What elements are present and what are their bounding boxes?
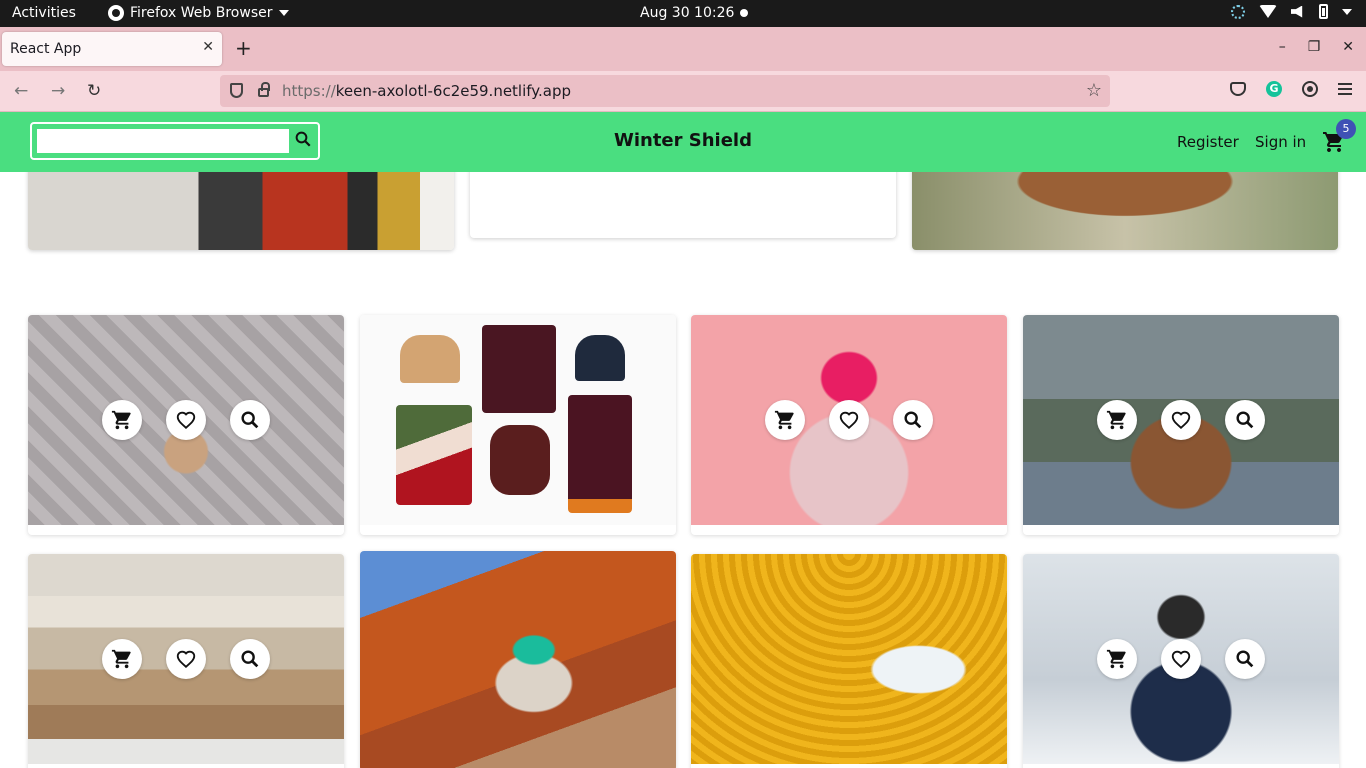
product-actions bbox=[765, 400, 933, 440]
product-card[interactable] bbox=[28, 554, 344, 768]
wifi-icon bbox=[1259, 5, 1277, 18]
app-menu[interactable]: Firefox Web Browser bbox=[108, 5, 289, 21]
sign-in-link[interactable]: Sign in bbox=[1255, 133, 1306, 151]
search-icon bbox=[904, 411, 922, 429]
product-actions bbox=[102, 400, 270, 440]
product-image[interactable] bbox=[360, 315, 676, 525]
search-icon[interactable] bbox=[294, 130, 312, 148]
system-tray[interactable] bbox=[1231, 4, 1352, 19]
search-box bbox=[30, 122, 320, 160]
forward-icon[interactable]: → bbox=[51, 81, 65, 101]
quick-view-button[interactable] bbox=[893, 400, 933, 440]
search-input[interactable] bbox=[37, 129, 289, 153]
product-image[interactable] bbox=[360, 551, 676, 768]
maximize-icon[interactable]: ❐ bbox=[1308, 39, 1321, 55]
cart-icon bbox=[111, 649, 131, 669]
product-card[interactable] bbox=[691, 315, 1007, 535]
close-window-icon[interactable]: ✕ bbox=[1342, 39, 1354, 55]
add-to-cart-button[interactable] bbox=[1097, 400, 1137, 440]
product-actions bbox=[1097, 400, 1265, 440]
search-icon bbox=[241, 650, 259, 668]
navigation-toolbar: ← → ↻ https://keen-axolotl-6c2e59.netlif… bbox=[0, 71, 1366, 112]
battery-icon bbox=[1319, 4, 1328, 19]
add-to-cart-button[interactable] bbox=[102, 639, 142, 679]
clock[interactable]: Aug 30 10:26 bbox=[640, 5, 734, 21]
tracking-shield-icon[interactable] bbox=[230, 83, 243, 98]
new-tab-button[interactable]: + bbox=[235, 36, 252, 60]
search-icon bbox=[1236, 650, 1254, 668]
hamburger-menu-icon[interactable] bbox=[1338, 83, 1352, 95]
network-activity-icon bbox=[1231, 4, 1245, 19]
pocket-icon[interactable] bbox=[1230, 82, 1246, 96]
activities-button[interactable]: Activities bbox=[12, 5, 76, 21]
url-scheme: https:// bbox=[282, 82, 336, 100]
tab-react-app[interactable]: React App ✕ bbox=[2, 32, 222, 66]
add-to-cart-button[interactable] bbox=[102, 400, 142, 440]
cart-icon bbox=[774, 410, 794, 430]
chevron-down-icon bbox=[1342, 8, 1352, 15]
product-card[interactable] bbox=[691, 554, 1007, 768]
volume-icon bbox=[1291, 5, 1303, 18]
product-image[interactable] bbox=[691, 554, 1007, 764]
product-card[interactable] bbox=[360, 315, 676, 535]
bookmark-star-icon[interactable]: ☆ bbox=[1086, 80, 1102, 101]
product-card[interactable] bbox=[28, 315, 344, 535]
grammarly-icon[interactable]: G bbox=[1266, 81, 1282, 97]
wishlist-button[interactable] bbox=[166, 400, 206, 440]
product-actions bbox=[102, 639, 270, 679]
wishlist-button[interactable] bbox=[1161, 639, 1201, 679]
hero-image-clothing-rack bbox=[28, 172, 454, 250]
tab-strip: React App ✕ + – ❐ ✕ bbox=[0, 27, 1366, 71]
heart-icon bbox=[1171, 411, 1191, 430]
product-actions bbox=[1097, 639, 1265, 679]
url-host: keen-axolotl-6c2e59.netlify.app bbox=[335, 82, 572, 100]
product-card[interactable] bbox=[360, 551, 676, 768]
quick-view-button[interactable] bbox=[1225, 639, 1265, 679]
heart-icon bbox=[176, 411, 196, 430]
tab-title: React App bbox=[10, 41, 82, 57]
search-icon bbox=[1236, 411, 1254, 429]
heart-icon bbox=[176, 650, 196, 669]
notification-dot-icon bbox=[740, 9, 748, 17]
hero-image-woman-coat bbox=[912, 172, 1338, 250]
product-card[interactable] bbox=[1023, 554, 1339, 768]
chevron-down-icon bbox=[278, 10, 289, 16]
system-top-bar: Activities Firefox Web Browser Aug 30 10… bbox=[0, 0, 1366, 27]
wishlist-button[interactable] bbox=[829, 400, 869, 440]
search-icon bbox=[241, 411, 259, 429]
wishlist-button[interactable] bbox=[166, 639, 206, 679]
register-link[interactable]: Register bbox=[1177, 133, 1239, 151]
add-to-cart-button[interactable] bbox=[1097, 639, 1137, 679]
quick-view-button[interactable] bbox=[1225, 400, 1265, 440]
cart-icon bbox=[1106, 649, 1126, 669]
wishlist-button[interactable] bbox=[1161, 400, 1201, 440]
lock-icon[interactable] bbox=[258, 82, 270, 97]
cart-icon bbox=[1106, 410, 1126, 430]
hero-image-jackets bbox=[470, 172, 896, 238]
quick-view-button[interactable] bbox=[230, 400, 270, 440]
url-text[interactable]: https://keen-axolotl-6c2e59.netlify.app bbox=[282, 82, 571, 100]
site-header: Winter Shield Register Sign in bbox=[0, 112, 1366, 172]
app-menu-label: Firefox Web Browser bbox=[130, 5, 273, 21]
add-to-cart-button[interactable] bbox=[765, 400, 805, 440]
back-icon[interactable]: ← bbox=[14, 81, 28, 101]
address-bar[interactable]: https://keen-axolotl-6c2e59.netlify.app … bbox=[220, 75, 1110, 107]
minimize-icon[interactable]: – bbox=[1279, 39, 1286, 55]
cart-icon bbox=[111, 410, 131, 430]
extension-icon[interactable] bbox=[1302, 81, 1318, 97]
heart-icon bbox=[1171, 650, 1191, 669]
cart-count-badge: 5 bbox=[1336, 119, 1356, 139]
reload-icon[interactable]: ↻ bbox=[87, 81, 101, 101]
product-card[interactable] bbox=[1023, 315, 1339, 535]
toolbar-extensions: G bbox=[1230, 81, 1352, 97]
quick-view-button[interactable] bbox=[230, 639, 270, 679]
heart-icon bbox=[839, 411, 859, 430]
close-tab-icon[interactable]: ✕ bbox=[202, 39, 214, 55]
page-content bbox=[0, 172, 1366, 768]
window-controls: – ❐ ✕ bbox=[1279, 39, 1354, 55]
firefox-icon bbox=[108, 5, 124, 21]
